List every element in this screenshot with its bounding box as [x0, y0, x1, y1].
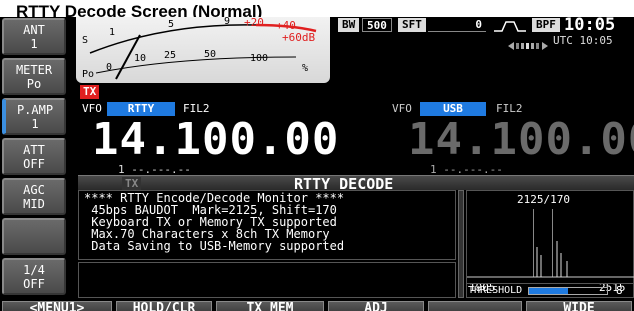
ant-value: 1: [30, 37, 38, 51]
s9-label: 9: [224, 17, 231, 27]
threshold-row[interactable]: THRESHOLD 8: [466, 283, 634, 297]
audio-scope: 2125/170 1905 2515: [466, 190, 634, 298]
utc-clock: UTC 10:05: [553, 34, 613, 47]
s1-label: 1: [109, 27, 116, 38]
threshold-value: 8: [616, 284, 623, 297]
agc-label: AGC: [23, 183, 45, 197]
wide-button[interactable]: WIDE: [526, 301, 632, 311]
po50-label: 50: [204, 49, 217, 60]
s-meter: S 1 5 9 +20 +40 +60dB Po 0 10 25 50 100 …: [76, 17, 330, 83]
plus20-label: +20: [244, 17, 264, 29]
decode-header: TX RTTY DECODE: [78, 175, 634, 193]
hold-clr-button[interactable]: HOLD/CLR: [116, 301, 212, 311]
blank-bottom-button[interactable]: [428, 301, 522, 311]
blank-side-button[interactable]: [2, 218, 66, 255]
bpf-shape-icon: [494, 21, 526, 32]
menu1-button[interactable]: <MENU1>: [2, 301, 112, 311]
decode-line: Data Saving to USB-Memory supported: [84, 239, 345, 253]
agc-button[interactable]: AGC MID: [2, 178, 66, 215]
decode-tx-badge: TX: [122, 177, 142, 190]
signal-arrows-icon: [508, 36, 548, 50]
po10-label: 10: [134, 53, 147, 64]
tx-indicator: TX: [80, 85, 100, 99]
threshold-label: THRESHOLD: [468, 285, 523, 296]
tx-input-area[interactable]: [78, 262, 456, 298]
s5-label: 5: [168, 19, 175, 30]
sub-frequency[interactable]: 14.100.00: [408, 118, 634, 162]
quarter-button[interactable]: 1/4 OFF: [2, 258, 66, 295]
po-percent-label: %: [302, 63, 309, 74]
adj-button[interactable]: ADJ: [328, 301, 424, 311]
bw-value: 500: [362, 18, 392, 32]
main-frequency[interactable]: 14.100.00: [92, 118, 339, 162]
meter-button[interactable]: METER Po: [2, 58, 66, 95]
meter-label: METER: [15, 63, 53, 77]
agc-value: MID: [23, 197, 45, 211]
preamp-value: 1: [31, 117, 39, 131]
preamp-label: P.AMP: [16, 103, 54, 117]
preamp-button[interactable]: P.AMP 1: [2, 98, 66, 135]
meter-value: Po: [26, 77, 42, 91]
scope-spectrum: [467, 241, 634, 278]
att-value: OFF: [23, 157, 45, 171]
po25-label: 25: [164, 50, 177, 61]
bw-label: BW: [338, 18, 360, 32]
ant-label: ANT: [23, 23, 45, 37]
po100-label: 100: [250, 53, 269, 64]
radio-display: ANT 1 METER Po P.AMP 1 ATT OFF AGC MID 1…: [0, 17, 634, 311]
threshold-bar[interactable]: [528, 287, 608, 295]
att-label: ATT: [23, 143, 45, 157]
quarter-value: OFF: [23, 277, 45, 291]
decode-scrollbar[interactable]: [458, 190, 464, 298]
tx-mem-button[interactable]: TX MEM: [216, 301, 324, 311]
s-label: S: [82, 35, 89, 46]
po0-label: 0: [106, 62, 113, 73]
clock-time: 10:05: [564, 17, 616, 35]
att-button[interactable]: ATT OFF: [2, 138, 66, 175]
threshold-fill: [529, 288, 568, 294]
screen-caption: RTTY Decode Screen (Normal): [0, 0, 634, 17]
ant-button[interactable]: ANT 1: [2, 18, 66, 55]
po-label: Po: [82, 69, 95, 80]
sft-label: SFT: [398, 18, 426, 32]
sft-value: 0: [428, 18, 486, 32]
plus60-label: +60dB: [282, 31, 316, 44]
quarter-label: 1/4: [23, 263, 45, 277]
bpf-label: BPF: [532, 18, 560, 32]
